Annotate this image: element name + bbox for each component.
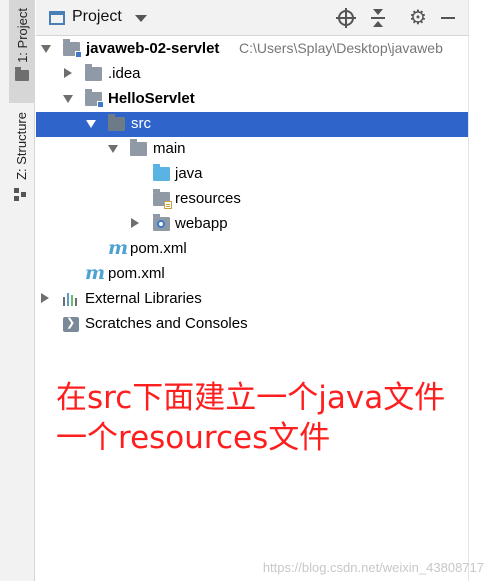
tree-node-scratches[interactable]: Scratches and Consoles bbox=[36, 312, 468, 337]
settings-gear-icon[interactable]: ⚙ bbox=[408, 8, 428, 28]
project-header: Project ⚙ bbox=[36, 0, 468, 36]
expand-arrow-icon[interactable] bbox=[41, 45, 51, 53]
tree-node-external-libraries[interactable]: External Libraries bbox=[36, 287, 468, 312]
resources-label: resources bbox=[175, 190, 241, 207]
root-label: javaweb-02-servlet bbox=[86, 40, 220, 57]
folder-icon bbox=[15, 66, 29, 81]
webapp-label: webapp bbox=[175, 215, 228, 232]
web-folder-icon bbox=[153, 214, 170, 231]
tree-node-helloservlet[interactable]: HelloServlet bbox=[36, 87, 468, 112]
project-tool-tab[interactable]: 1: Project bbox=[9, 0, 35, 103]
expand-arrow-icon[interactable] bbox=[108, 145, 118, 153]
vertical-scrollbar[interactable] bbox=[468, 0, 492, 581]
idea-label: .idea bbox=[108, 65, 141, 82]
scratches-icon bbox=[63, 316, 79, 332]
module-pom-label: pom.xml bbox=[130, 240, 187, 257]
tree-node-idea[interactable]: .idea bbox=[36, 62, 468, 87]
src-label: src bbox=[131, 115, 151, 132]
project-view-title[interactable]: Project bbox=[72, 8, 122, 26]
tree-node-webapp[interactable]: webapp bbox=[36, 212, 468, 237]
scratches-label: Scratches and Consoles bbox=[85, 315, 248, 332]
annotation-line-2: 一个resources文件 bbox=[56, 420, 331, 456]
watermark: https://blog.csdn.net/weixin_43808717 bbox=[262, 560, 484, 575]
source-folder-icon bbox=[153, 164, 170, 181]
external-libraries-label: External Libraries bbox=[85, 290, 202, 307]
chevron-down-icon[interactable] bbox=[135, 15, 147, 22]
expand-arrow-icon[interactable] bbox=[86, 120, 96, 128]
tree-node-root[interactable]: javaweb-02-servlet C:\Users\Splay\Deskto… bbox=[36, 37, 468, 62]
module-label: HelloServlet bbox=[108, 90, 195, 107]
java-label: java bbox=[175, 165, 203, 182]
annotation-text: 在src下面建立一个java文件 一个resources文件 bbox=[56, 378, 445, 458]
root-path: C:\Users\Splay\Desktop\javaweb bbox=[239, 40, 443, 56]
structure-icon bbox=[14, 187, 28, 202]
locate-icon[interactable] bbox=[336, 8, 356, 28]
structure-tab-label: Z: Structure bbox=[13, 112, 29, 180]
expand-arrow-icon[interactable] bbox=[64, 68, 72, 78]
structure-tool-tab[interactable]: Z: Structure bbox=[9, 112, 33, 202]
resources-folder-icon bbox=[153, 189, 172, 209]
expand-arrow-icon[interactable] bbox=[131, 218, 139, 228]
collapse-all-icon[interactable] bbox=[368, 8, 388, 28]
tree-node-module-pom[interactable]: m pom.xml bbox=[36, 237, 468, 262]
tree-node-main[interactable]: main bbox=[36, 137, 468, 162]
tree-node-root-pom[interactable]: m pom.xml bbox=[36, 262, 468, 287]
annotation-line-1: 在src下面建立一个java文件 bbox=[56, 380, 446, 416]
folder-icon bbox=[108, 114, 125, 131]
expand-arrow-icon[interactable] bbox=[63, 95, 73, 103]
tree-node-java[interactable]: java bbox=[36, 162, 468, 187]
maven-icon: m bbox=[85, 262, 106, 284]
library-icon bbox=[63, 292, 79, 306]
project-tab-label: 1: Project bbox=[14, 8, 30, 63]
tree-node-resources[interactable]: resources bbox=[36, 187, 468, 212]
maven-icon: m bbox=[108, 237, 129, 259]
project-icon bbox=[49, 11, 65, 25]
main-label: main bbox=[153, 140, 186, 157]
module-folder-icon bbox=[85, 89, 104, 108]
folder-icon bbox=[85, 64, 102, 81]
tool-window-strip: 1: Project Z: Structure bbox=[0, 0, 35, 581]
tree-node-src[interactable]: src bbox=[36, 112, 468, 137]
project-tree[interactable]: javaweb-02-servlet C:\Users\Splay\Deskto… bbox=[36, 37, 468, 581]
folder-icon bbox=[130, 139, 147, 156]
module-folder-icon bbox=[63, 39, 82, 58]
hide-icon[interactable] bbox=[438, 8, 458, 28]
root-pom-label: pom.xml bbox=[108, 265, 165, 282]
expand-arrow-icon[interactable] bbox=[41, 293, 49, 303]
